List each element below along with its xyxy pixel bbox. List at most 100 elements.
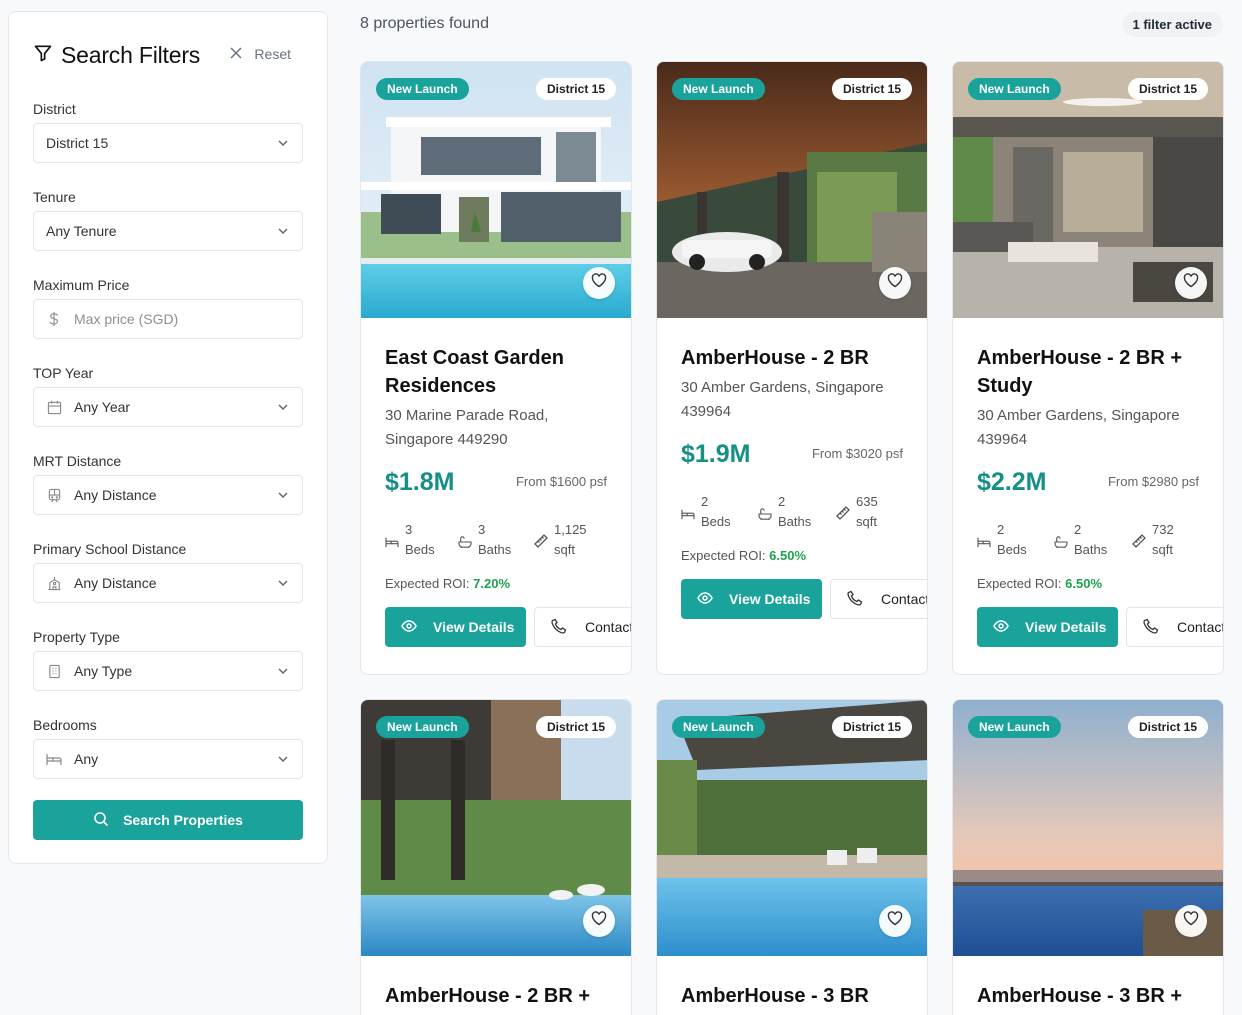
- property-card[interactable]: New Launch District 15 AmberHouse - 3 BR…: [952, 699, 1224, 1015]
- school-select[interactable]: Any Distance: [33, 563, 303, 603]
- filters-title: Search Filters: [61, 42, 201, 68]
- contact-button[interactable]: Contact: [1126, 607, 1224, 647]
- expected-roi: Expected ROI: 7.20%: [385, 576, 607, 591]
- district-badge: District 15: [1127, 78, 1208, 100]
- property-image[interactable]: New Launch District 15: [953, 62, 1223, 318]
- school-field: Primary School Distance Any Distance: [33, 541, 303, 603]
- search-properties-button[interactable]: Search Properties: [33, 800, 303, 840]
- contact-label: Contact: [1177, 619, 1224, 635]
- district-badge: District 15: [1127, 716, 1208, 738]
- sqft-count: 732: [1152, 522, 1174, 537]
- view-details-button[interactable]: View Details: [385, 607, 526, 647]
- train-icon: [46, 487, 62, 503]
- phone-icon: [1143, 618, 1159, 637]
- property-title[interactable]: AmberHouse - 3 BR +: [977, 982, 1199, 1010]
- favorite-button[interactable]: [1175, 267, 1207, 299]
- property-title[interactable]: AmberHouse - 3 BR: [681, 982, 903, 1010]
- beds-label: Beds: [405, 542, 435, 557]
- mrt-label: MRT Distance: [33, 453, 122, 469]
- top-year-field: TOP Year Any Year: [33, 365, 303, 427]
- property-type-value: Any Type: [74, 663, 133, 679]
- contact-button[interactable]: Contact: [534, 607, 632, 647]
- property-address: 30 Marine Parade Road, Singapore 449290: [385, 407, 549, 448]
- district-badge: District 15: [831, 78, 912, 100]
- filter-icon: [33, 43, 53, 68]
- bedrooms-select[interactable]: Any: [33, 739, 303, 779]
- price-per-sqft: From $1600 psf: [515, 474, 607, 489]
- property-type-select[interactable]: Any Type: [33, 651, 303, 691]
- district-select[interactable]: District 15: [33, 123, 303, 163]
- new-launch-badge: New Launch: [672, 78, 765, 100]
- contact-button[interactable]: Contact: [830, 579, 927, 619]
- expected-roi: Expected ROI: 6.50%: [977, 576, 1199, 591]
- favorite-button[interactable]: [583, 267, 615, 299]
- property-image[interactable]: New Launch District 15: [953, 700, 1223, 956]
- sqft-label: sqft: [1152, 542, 1173, 557]
- price-per-sqft: From $2980 psf: [1107, 474, 1199, 489]
- view-details-button[interactable]: View Details: [977, 607, 1118, 647]
- beds-spec: 2 Beds: [681, 492, 758, 536]
- favorite-button[interactable]: [879, 905, 911, 937]
- property-image[interactable]: New Launch District 15: [657, 700, 927, 956]
- view-details-button[interactable]: View Details: [681, 579, 822, 619]
- tenure-field: Tenure Any Tenure: [33, 189, 303, 251]
- phone-icon: [551, 618, 567, 637]
- property-title[interactable]: East Coast Garden Residences: [385, 344, 607, 400]
- ruler-icon: [534, 534, 548, 554]
- tenure-label: Tenure: [33, 189, 76, 205]
- baths-label: Baths: [1074, 542, 1108, 557]
- favorite-button[interactable]: [583, 905, 615, 937]
- filters-panel: Search Filters Reset District District 1…: [8, 11, 328, 864]
- sqft-spec: 1,125 sqft: [534, 520, 587, 564]
- reset-label: Reset: [254, 46, 291, 62]
- mrt-select[interactable]: Any Distance: [33, 475, 303, 515]
- bath-icon: [758, 506, 772, 526]
- property-image[interactable]: New Launch District 15: [361, 62, 631, 318]
- phone-icon: [847, 590, 863, 609]
- school-icon: [46, 575, 62, 591]
- property-card[interactable]: New Launch District 15 AmberHouse - 3 BR: [656, 699, 928, 1015]
- roi-value: 7.20%: [473, 576, 511, 591]
- property-price: $1.8M: [385, 468, 455, 496]
- close-icon: [230, 46, 242, 62]
- property-card[interactable]: New Launch District 15 East Coast Garden…: [360, 61, 632, 675]
- bedrooms-label: Bedrooms: [33, 717, 97, 733]
- favorite-button[interactable]: [1175, 905, 1207, 937]
- heart-icon: [1183, 273, 1199, 293]
- property-type-field: Property Type Any Type: [33, 629, 303, 691]
- reset-button[interactable]: Reset: [230, 46, 291, 62]
- favorite-button[interactable]: [879, 267, 911, 299]
- baths-count: 2: [778, 494, 786, 509]
- property-price: $1.9M: [681, 440, 751, 468]
- heart-icon: [1183, 911, 1199, 931]
- property-title[interactable]: AmberHouse - 2 BR + Study: [977, 344, 1199, 400]
- heart-icon: [591, 273, 607, 293]
- chevron-down-icon: [276, 224, 290, 241]
- property-title[interactable]: AmberHouse - 2 BR +: [385, 982, 607, 1010]
- property-card[interactable]: New Launch District 15 AmberHouse - 2 BR…: [656, 61, 928, 675]
- district-badge: District 15: [535, 716, 616, 738]
- filters-header: Search Filters Reset: [33, 42, 303, 72]
- tenure-select[interactable]: Any Tenure: [33, 211, 303, 251]
- property-price: $2.2M: [977, 468, 1047, 496]
- max-price-input[interactable]: Max price (SGD): [33, 299, 303, 339]
- bath-icon: [458, 534, 472, 554]
- mrt-value: Any Distance: [74, 487, 157, 503]
- bedrooms-value: Any: [74, 751, 99, 767]
- contact-label: Contact: [585, 619, 632, 635]
- property-card[interactable]: New Launch District 15 AmberHouse - 2 BR…: [360, 699, 632, 1015]
- beds-spec: 3 Beds: [385, 520, 458, 564]
- chevron-down-icon: [276, 488, 290, 505]
- top-year-label: TOP Year: [33, 365, 94, 381]
- chevron-down-icon: [276, 752, 290, 769]
- max-price-placeholder: Max price (SGD): [74, 311, 179, 327]
- results-count: 8 properties found: [360, 15, 489, 32]
- property-card[interactable]: New Launch District 15 AmberHouse - 2 BR…: [952, 61, 1224, 675]
- property-image[interactable]: New Launch District 15: [657, 62, 927, 318]
- district-label: District: [33, 101, 76, 117]
- price-per-sqft: From $3020 psf: [811, 446, 903, 461]
- property-title[interactable]: AmberHouse - 2 BR: [681, 344, 903, 372]
- max-price-field: Maximum Price Max price (SGD): [33, 277, 303, 339]
- top-year-select[interactable]: Any Year: [33, 387, 303, 427]
- property-image[interactable]: New Launch District 15: [361, 700, 631, 956]
